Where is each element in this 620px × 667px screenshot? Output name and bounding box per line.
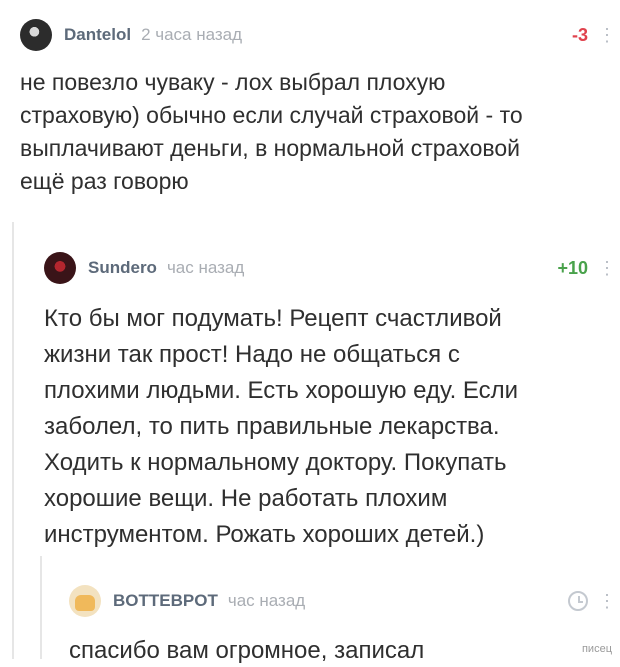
author-name[interactable]: BOTTEBPOT [113,591,218,611]
avatar[interactable] [20,19,52,51]
avatar-face-icon [75,595,95,611]
comment-rating: +10 [557,257,588,278]
author-name[interactable]: Sundero [88,258,157,278]
comment-text: спасибо вам огромное, записал [69,637,425,664]
comment-bottebpot: BOTTEBPOT час назад ⋮ спасибо вам огромн… [69,578,616,667]
more-icon[interactable]: ⋮ [598,592,616,610]
comment-time[interactable]: 2 часа назад [141,25,242,45]
author-name[interactable]: Dantelol [64,25,131,45]
comment-text: не повезло чуваку - лох выбрал плохую ст… [20,69,523,194]
watermark: писец [581,643,612,655]
comment-header: Dantelol 2 часа назад -3 ⋮ [20,12,616,58]
comment-rating: -3 [571,24,588,45]
comment-time[interactable]: час назад [228,591,305,611]
comment-dantelol: Dantelol 2 часа назад -3 ⋮ не повезло чу… [20,12,616,198]
comment-header: BOTTEBPOT час назад ⋮ [69,578,616,624]
avatar[interactable] [44,252,76,284]
thread-line [40,556,42,659]
comment-header: Sundero час назад +10 ⋮ [44,245,616,291]
clock-icon[interactable] [568,591,588,611]
more-icon[interactable]: ⋮ [598,259,616,277]
comment-time[interactable]: час назад [167,258,244,278]
comment-sundero: Sundero час назад +10 ⋮ Кто бы мог подум… [44,245,616,553]
avatar[interactable] [69,585,101,617]
thread-line [12,222,14,659]
more-icon[interactable]: ⋮ [598,26,616,44]
comment-text: Кто бы мог подумать! Рецепт счастливой ж… [44,305,519,548]
